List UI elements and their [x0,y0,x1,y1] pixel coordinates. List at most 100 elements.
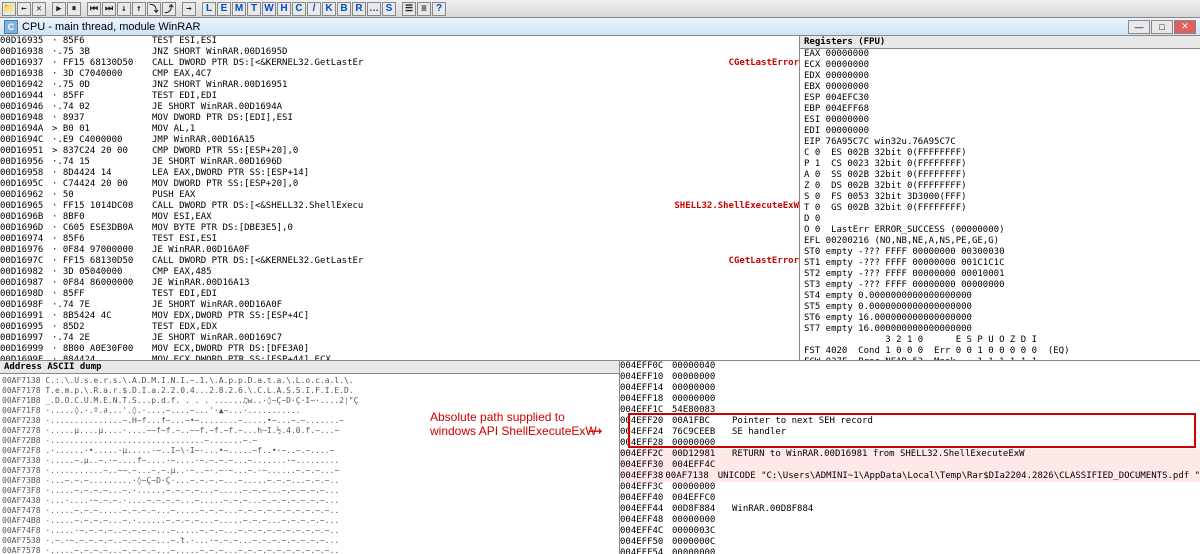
disasm-row[interactable]: 00D16946·.74 02 JE SHORT WinRAR.00D1694A [0,102,799,113]
toolbar-button-2[interactable]: ✕ [32,2,46,16]
toolbar-button-23[interactable]: / [307,2,321,16]
disasm-row[interactable]: 00D16951> 837C24 20 00 CMP DWORD PTR SS:… [0,146,799,157]
toolbar-button-28[interactable]: S [382,2,396,16]
stack-row[interactable]: 004EFF3C00000000 [620,482,1200,493]
register-line[interactable]: C 0 ES 002B 32bit 0(FFFFFFFF) [800,148,1200,159]
toolbar-button-5[interactable]: ⏸ [67,2,81,16]
register-line[interactable]: FCW 027F Prec NEAR,53 Mask 1 1 1 1 1 1 [800,357,1200,360]
toolbar-button-10[interactable]: ↑ [132,2,146,16]
stack-row[interactable]: 004EFF500000000C [620,537,1200,548]
disasm-row[interactable]: 00D1694A> B0 01 MOV AL,1 [0,124,799,135]
disasm-row[interactable]: 00D1697C· FF15 68130D50 CALL DWORD PTR D… [0,256,799,267]
disasm-row[interactable]: 00D1695C· C74424 20 00 MOV DWORD PTR SS:… [0,179,799,190]
stack-row[interactable]: 004EFF40004EFFC0 [620,493,1200,504]
toolbar-button-32[interactable]: ? [432,2,446,16]
minimize-button[interactable]: — [1128,20,1150,34]
maximize-button[interactable]: □ [1151,20,1173,34]
hex-dump-pane[interactable]: Address ASCII dump 00AF7138 C.:.\.U.s.e.… [0,361,620,554]
register-line[interactable]: EBX 00000000 [800,82,1200,93]
toolbar-button-11[interactable]: ⤵ [147,2,161,16]
register-line[interactable]: EDI 00000000 [800,126,1200,137]
disasm-row[interactable]: 00D16976· 0F84 97000000 JE WinRAR.00D16A… [0,245,799,256]
register-line[interactable]: ST6 empty 16.000000000000000000 [800,313,1200,324]
toolbar-button-1[interactable]: ← [17,2,31,16]
register-line[interactable]: P 1 CS 0023 32bit 0(FFFFFFFF) [800,159,1200,170]
register-line[interactable]: D 0 [800,214,1200,225]
disasm-row[interactable]: 00D16942·.75 0D JNZ SHORT WinRAR.00D1695… [0,80,799,91]
registers-pane[interactable]: Registers (FPU) EAX 00000000ECX 00000000… [800,36,1200,360]
close-button[interactable]: ✕ [1174,20,1196,34]
hex-dump-body[interactable]: 00AF7138 C.:.\.U.s.e.r.s.\.A.D.M.I.N.I.~… [0,374,619,554]
disasm-row[interactable]: 00D16962· 50 PUSH EAX [0,190,799,201]
register-line[interactable]: S 0 FS 0053 32bit 3D3000(FFF) [800,192,1200,203]
stack-row[interactable]: 004EFF5400000000 [620,548,1200,554]
stack-row[interactable]: 004EFF30004EFF4C [620,460,1200,471]
register-line[interactable]: EDX 00000000 [800,71,1200,82]
disasm-row[interactable]: 00D16935· 85F6 TEST ESI,ESI [0,36,799,47]
disasm-row[interactable]: 00D16997·.74 2E JE SHORT WinRAR.00D169C7 [0,333,799,344]
disasm-row[interactable]: 00D16938· 3D C7040000 CMP EAX,4C7 [0,69,799,80]
toolbar-button-17[interactable]: E [217,2,231,16]
disasm-row[interactable]: 00D16982· 3D 05040000 CMP EAX,485 [0,267,799,278]
disasm-row[interactable]: 00D16938·.75 3B JNZ SHORT WinRAR.00D1695… [0,47,799,58]
register-line[interactable]: ESI 00000000 [800,115,1200,126]
disasm-row[interactable]: 00D1694C·.E9 C4000000 JMP WinRAR.00D16A1… [0,135,799,146]
toolbar-button-14[interactable]: → [182,2,196,16]
toolbar-button-22[interactable]: C [292,2,306,16]
toolbar-button-27[interactable]: … [367,2,381,16]
register-line[interactable]: EFL 00200216 (NO,NB,NE,A,NS,PE,GE,G) [800,236,1200,247]
toolbar-button-19[interactable]: T [247,2,261,16]
register-line[interactable]: ST3 empty -??? FFFF 00000000 00000000 [800,280,1200,291]
toolbar-button-9[interactable]: ↓ [117,2,131,16]
toolbar-button-12[interactable]: ⤴ [162,2,176,16]
register-line[interactable]: ST7 empty 16.000000000000000000 [800,324,1200,335]
disasm-row[interactable]: 00D1698F·.74 7E JE SHORT WinRAR.00D16A0F [0,300,799,311]
toolbar-button-4[interactable]: ▶ [52,2,66,16]
disasm-row[interactable]: 00D1696D· C605 ESE3DB0A MOV BYTE PTR DS:… [0,223,799,234]
disasm-row[interactable]: 00D16999· 8B00 A0E30F00 MOV ECX,DWORD PT… [0,344,799,355]
toolbar-button-21[interactable]: H [277,2,291,16]
toolbar-button-20[interactable]: W [262,2,276,16]
toolbar-button-25[interactable]: B [337,2,351,16]
register-line[interactable]: O 0 LastErr ERROR_SUCCESS (00000000) [800,225,1200,236]
disasm-row[interactable]: 00D16956·.74 15 JE SHORT WinRAR.00D1696D [0,157,799,168]
toolbar-button-24[interactable]: K [322,2,336,16]
disasm-row[interactable]: 00D1699F· 884424 MOV ECX,DWORD PTR SS:[E… [0,355,799,360]
disasm-row[interactable]: 00D16937· FF15 68130D50 CALL DWORD PTR D… [0,58,799,69]
toolbar-button-16[interactable]: L [202,2,216,16]
disasm-row[interactable]: 00D16965· FF15 1014DC08 CALL DWORD PTR D… [0,201,799,212]
register-line[interactable]: ST5 empty 0.0000000000000000000 [800,302,1200,313]
toolbar-button-26[interactable]: R [352,2,366,16]
stack-row[interactable]: 004EFF4C0000003C [620,526,1200,537]
stack-row[interactable]: 004EFF0C00000040 [620,361,1200,372]
stack-row[interactable]: 004EFF1000000000 [620,372,1200,383]
stack-pane[interactable]: 004EFF0C00000040004EFF1000000000004EFF14… [620,361,1200,554]
register-line[interactable]: 3 2 1 0 E S P U O Z D I [800,335,1200,346]
disasm-row[interactable]: 00D16991· 8B5424 4C MOV EDX,DWORD PTR SS… [0,311,799,322]
disasm-row[interactable]: 00D16944· 85FF TEST EDI,EDI [0,91,799,102]
register-line[interactable]: EIP 76A95C7C win32u.76A95C7C [800,137,1200,148]
disasm-row[interactable]: 00D1696B· 8BF0 MOV ESI,EAX [0,212,799,223]
disasm-row[interactable]: 00D16995· 85D2 TEST EDX,EDX [0,322,799,333]
stack-row[interactable]: 004EFF2C00D12981RETURN to WinRAR.00D1698… [620,449,1200,460]
toolbar-button-8[interactable]: ⏭ [102,2,116,16]
register-line[interactable]: ECX 00000000 [800,60,1200,71]
stack-row[interactable]: 004EFF3800AF7138UNICODE "C:\Users\ADMINI… [620,471,1200,482]
disasm-row[interactable]: 00D1698D· 85FF TEST EDI,EDI [0,289,799,300]
toolbar-button-7[interactable]: ⏮ [87,2,101,16]
stack-row[interactable]: 004EFF1400000000 [620,383,1200,394]
register-line[interactable]: EAX 00000000 [800,49,1200,60]
stack-row[interactable]: 004EFF4400D8F884WinRAR.00D8F884 [620,504,1200,515]
register-line[interactable]: T 0 GS 002B 32bit 0(FFFFFFFF) [800,203,1200,214]
register-line[interactable]: ST0 empty -??? FFFF 00000000 00300030 [800,247,1200,258]
stack-row[interactable]: 004EFF1800000000 [620,394,1200,405]
register-line[interactable]: FST 4020 Cond 1 0 0 0 Err 0 0 1 0 0 0 0 … [800,346,1200,357]
stack-row[interactable]: 004EFF4800000000 [620,515,1200,526]
disasm-row[interactable]: 00D16987· 0F84 86000000 JE WinRAR.00D16A… [0,278,799,289]
register-line[interactable]: ST2 empty -??? FFFF 00000000 00010001 [800,269,1200,280]
register-line[interactable]: ST1 empty -??? FFFF 00000000 001C1C1C [800,258,1200,269]
toolbar-button-0[interactable]: 📁 [2,2,16,16]
register-line[interactable]: EBP 004EFF68 [800,104,1200,115]
disasm-row[interactable]: 00D16974· 85F6 TEST ESI,ESI [0,234,799,245]
disassembly-pane[interactable]: 00D16935· 85F6 TEST ESI,ESI00D16938·.75 … [0,36,800,360]
